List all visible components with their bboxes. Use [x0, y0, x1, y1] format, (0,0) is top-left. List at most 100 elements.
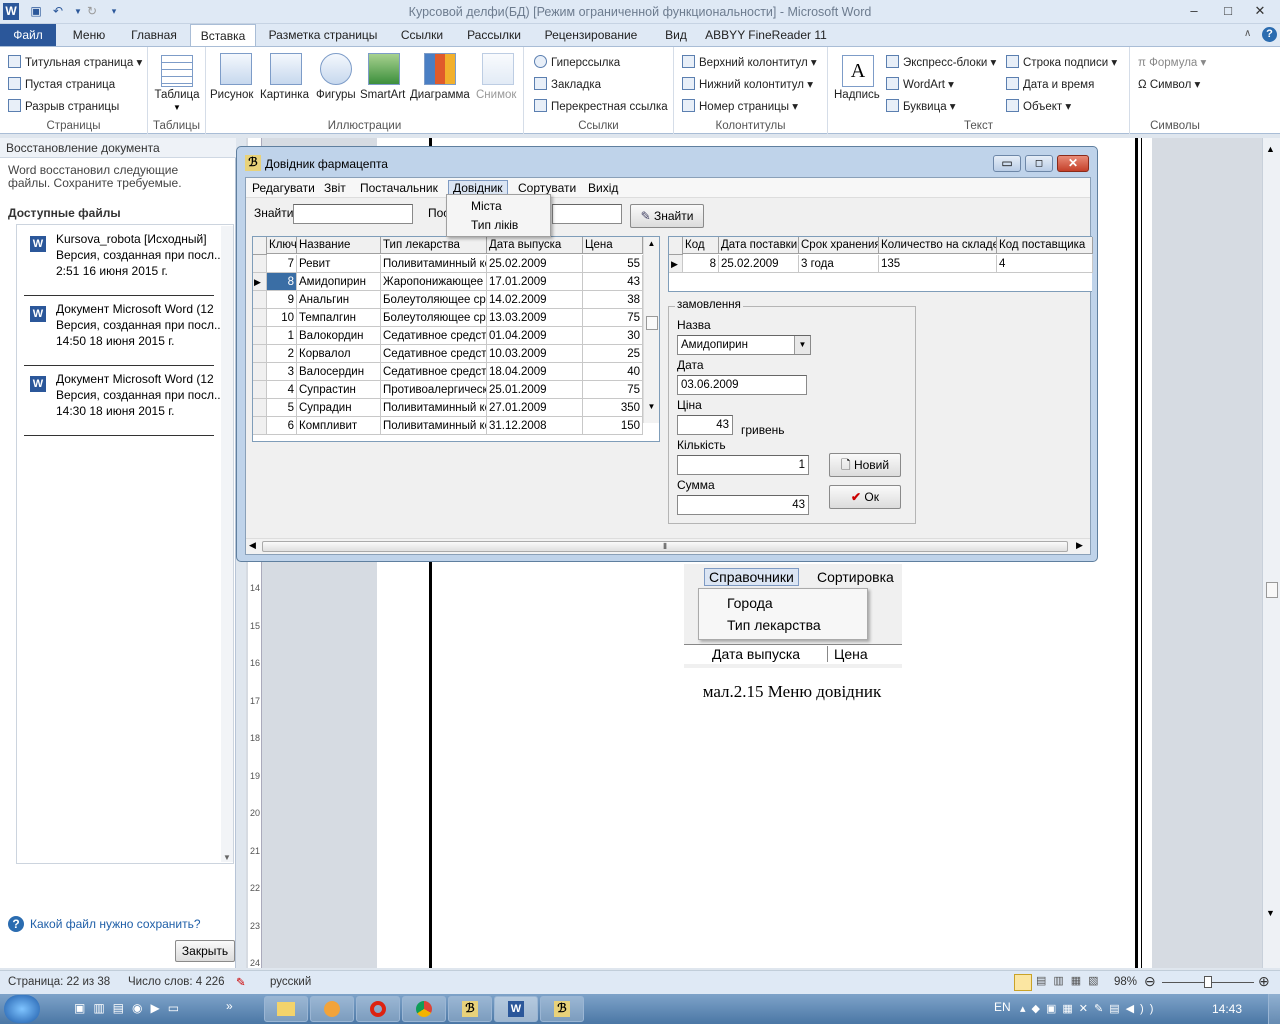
recovered-file-3[interactable]: W Документ Microsoft Word (12) ... Верси…: [24, 368, 224, 436]
cell-stock-qty[interactable]: 135: [879, 255, 997, 273]
scroll-thumb[interactable]: [1266, 582, 1278, 598]
cell-key[interactable]: 6: [267, 417, 297, 435]
chevron-down-icon[interactable]: ▼: [794, 336, 810, 354]
table-row[interactable]: 10 Темпалгин Болеутоляющее сре 13.03.2009 75: [253, 309, 643, 327]
minimize-button[interactable]: ‒: [1180, 2, 1208, 20]
menu-edit[interactable]: Редагувати: [248, 180, 319, 197]
date-time-button[interactable]: Дата и время: [1006, 77, 1094, 91]
price-input[interactable]: 43: [677, 415, 733, 435]
cell-release-date[interactable]: 10.03.2009: [487, 345, 583, 363]
help-icon[interactable]: ?: [1262, 27, 1277, 42]
scroll-down-icon[interactable]: ▼: [644, 402, 659, 411]
cover-page-button[interactable]: Титульная страница ▾: [8, 55, 142, 69]
new-order-button[interactable]: 🗋 Новий: [829, 453, 901, 477]
taskbar-delphi[interactable]: ℬ: [448, 996, 492, 1022]
cell-delivery-date[interactable]: 25.02.2009: [719, 255, 799, 273]
cell-type[interactable]: Поливитаминный ко: [381, 399, 487, 417]
view-mode-icons[interactable]: ▤▥▦▧: [1036, 974, 1116, 991]
zoom-out-icon[interactable]: ⊖: [1144, 973, 1156, 990]
cell-release-date[interactable]: 13.03.2009: [487, 309, 583, 327]
search-input-2[interactable]: [552, 204, 622, 224]
document-scrollbar[interactable]: ▲ ▼: [1262, 138, 1280, 968]
tab-page-layout[interactable]: Разметка страницы: [262, 24, 384, 47]
cross-reference-button[interactable]: Перекрестная ссылка: [534, 99, 668, 113]
cell-price[interactable]: 150: [583, 417, 643, 435]
taskbar-word[interactable]: W: [494, 996, 538, 1022]
scroll-right-icon[interactable]: ▶: [1076, 540, 1083, 551]
col-header-key[interactable]: Ключ: [267, 237, 297, 254]
table-row[interactable]: 5 Супрадин Поливитаминный ко 27.01.2009 350: [253, 399, 643, 417]
page-count[interactable]: Страница: 22 из 38: [8, 976, 110, 988]
clipart-button[interactable]: Картинка: [260, 89, 309, 101]
start-button[interactable]: [4, 995, 40, 1023]
blank-page-button[interactable]: Пустая страница: [8, 77, 115, 91]
search-input[interactable]: [293, 204, 413, 224]
clipart-icon[interactable]: [270, 53, 302, 85]
smartart-icon[interactable]: [368, 53, 400, 85]
cell-price[interactable]: 75: [583, 381, 643, 399]
tab-mailings[interactable]: Рассылки: [460, 24, 528, 47]
recovered-file-1[interactable]: W Kursova_robota [Исходный] Версия, созд…: [24, 228, 224, 296]
cell-price[interactable]: 75: [583, 309, 643, 327]
picture-button[interactable]: Рисунок: [210, 89, 253, 101]
page-number-button[interactable]: Номер страницы ▾: [682, 99, 798, 113]
col-header-name[interactable]: Название: [297, 237, 381, 254]
tab-insert[interactable]: Вставка: [190, 24, 256, 47]
tab-home[interactable]: Главная: [122, 24, 186, 47]
cell-type[interactable]: Жаропонижающее с: [381, 273, 487, 291]
table-dropdown-icon[interactable]: ▼: [173, 103, 181, 112]
table-icon[interactable]: [161, 55, 193, 87]
cell-release-date[interactable]: 25.01.2009: [487, 381, 583, 399]
stock-grid[interactable]: Код Дата поставки Срок хранения Количест…: [668, 236, 1093, 292]
textbox-icon[interactable]: A: [842, 55, 874, 87]
cell-release-date[interactable]: 27.01.2009: [487, 399, 583, 417]
cell-price[interactable]: 38: [583, 291, 643, 309]
cell-key[interactable]: 1: [267, 327, 297, 345]
dropdown-item-medicine-type[interactable]: Тип ліків: [471, 218, 518, 232]
dropcap-button[interactable]: Буквица ▾: [886, 99, 956, 113]
proofing-icon[interactable]: ✎: [236, 975, 246, 989]
cell-key[interactable]: 7: [267, 255, 297, 273]
wordart-button[interactable]: WordArt ▾: [886, 77, 954, 91]
menu-exit[interactable]: Вихід: [584, 180, 622, 197]
table-button[interactable]: Таблица: [148, 89, 206, 101]
app-close-button[interactable]: ✕: [1057, 155, 1089, 172]
cell-release-date[interactable]: 18.04.2009: [487, 363, 583, 381]
scroll-left-icon[interactable]: ◀: [249, 540, 256, 551]
signature-line-button[interactable]: Строка подписи ▾: [1006, 55, 1117, 69]
col-header-delivery-date[interactable]: Дата поставки: [719, 237, 799, 254]
scroll-up-icon[interactable]: ▲: [644, 239, 659, 248]
cell-type[interactable]: Болеутоляющее сре: [381, 309, 487, 327]
cell-key[interactable]: 9: [267, 291, 297, 309]
cell-name[interactable]: Анальгин: [297, 291, 381, 309]
symbol-button[interactable]: Ω Символ ▾: [1138, 77, 1200, 91]
clock[interactable]: 14:43: [1212, 1002, 1242, 1016]
menu-report[interactable]: Звіт: [320, 180, 350, 197]
cell-key[interactable]: 8: [267, 273, 297, 291]
table-row[interactable]: 7 Ревит Поливитаминный ко 25.02.2009 55: [253, 255, 643, 273]
show-desktop-button[interactable]: [1268, 994, 1280, 1024]
taskbar-app[interactable]: [310, 996, 354, 1022]
quick-parts-button[interactable]: Экспресс-блоки ▾: [886, 55, 996, 69]
page-break-button[interactable]: Разрыв страницы: [8, 99, 119, 113]
shapes-button[interactable]: Фигуры: [316, 89, 356, 101]
col-header-shelf-life[interactable]: Срок хранения: [799, 237, 879, 254]
cell-type[interactable]: Поливитаминный ко: [381, 255, 487, 273]
cell-type[interactable]: Поливитаминный ко: [381, 417, 487, 435]
table-row[interactable]: ▶ 8 25.02.2009 3 года 135 4: [669, 255, 1093, 273]
collapse-ribbon-icon[interactable]: ∧: [1244, 28, 1251, 39]
word-count[interactable]: Число слов: 4 226: [128, 976, 225, 988]
textbox-button[interactable]: Надпись: [834, 89, 880, 101]
scroll-down-icon[interactable]: ▼: [1266, 908, 1275, 918]
taskbar-chrome[interactable]: [402, 996, 446, 1022]
zoom-in-icon[interactable]: ⊕: [1258, 973, 1270, 990]
chart-button[interactable]: Диаграмма: [410, 89, 470, 101]
hyperlink-button[interactable]: Гиперссылка: [534, 55, 620, 69]
table-row[interactable]: 9 Анальгин Болеутоляющее сре 14.02.2009 38: [253, 291, 643, 309]
cell-price[interactable]: 43: [583, 273, 643, 291]
close-button[interactable]: ✕: [1246, 2, 1274, 20]
tab-references[interactable]: Ссылки: [390, 24, 454, 47]
picture-icon[interactable]: [220, 53, 252, 85]
cell-key[interactable]: 4: [267, 381, 297, 399]
cell-shelf-life[interactable]: 3 года: [799, 255, 879, 273]
